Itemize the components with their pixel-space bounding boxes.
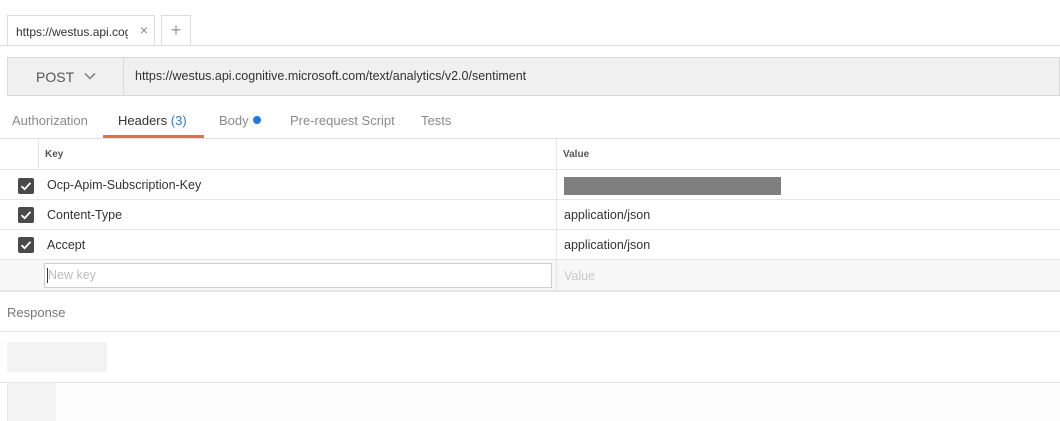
response-body-placeholder	[7, 383, 1060, 421]
row-enabled-checkbox[interactable]	[18, 207, 34, 223]
column-divider	[556, 170, 557, 199]
request-subtabs: Authorization Headers (3) Body Pre-reque…	[0, 104, 1060, 139]
chevron-down-icon	[84, 69, 96, 87]
url-input[interactable]: https://westus.api.cognitive.microsoft.c…	[135, 69, 526, 83]
response-section-header: Response	[0, 291, 1060, 332]
checkmark-icon	[20, 211, 32, 220]
close-icon[interactable]: ×	[140, 22, 148, 38]
body-modified-dot-icon	[252, 116, 261, 124]
header-value[interactable]: application/json	[564, 208, 650, 222]
tab-headers[interactable]: Headers (3)	[118, 113, 187, 128]
active-tab-underline	[103, 135, 204, 138]
new-key-input[interactable]: New key	[44, 263, 552, 288]
table-row: Content-Type application/json	[0, 200, 1060, 230]
request-url-bar: POST https://westus.api.cognitive.micros…	[7, 57, 1060, 96]
method-dropdown[interactable]: POST	[8, 58, 124, 95]
header-key[interactable]: Accept	[47, 238, 85, 252]
checkmark-icon	[20, 241, 32, 250]
headers-count-badge: (3)	[170, 113, 187, 128]
response-gutter-placeholder	[8, 383, 56, 421]
table-header-row: Key Value	[0, 139, 1060, 170]
response-label: Response	[7, 305, 66, 320]
column-divider	[556, 260, 557, 290]
request-tab[interactable]: https://westus.api.cognitive.microsoft.c…	[7, 15, 155, 46]
table-row: Ocp-Apim-Subscription-Key	[0, 170, 1060, 200]
new-tab-button[interactable]: +	[161, 15, 191, 46]
new-header-row: New key Value	[0, 260, 1060, 291]
new-value-input[interactable]: Value	[564, 269, 595, 283]
tab-body[interactable]: Body	[219, 113, 261, 128]
key-column-header: Key	[45, 149, 64, 160]
checkmark-icon	[20, 182, 32, 191]
row-enabled-checkbox[interactable]	[18, 237, 34, 253]
masked-value[interactable]	[564, 177, 781, 195]
column-divider	[556, 139, 557, 169]
tab-strip-divider	[0, 45, 1060, 46]
column-divider	[38, 139, 39, 169]
tab-strip: https://westus.api.cognitive.microsoft.c…	[0, 0, 1060, 46]
header-key[interactable]: Ocp-Apim-Subscription-Key	[47, 178, 201, 192]
tab-headers-label: Headers	[118, 113, 168, 128]
column-divider	[556, 200, 557, 229]
table-row: Accept application/json	[0, 230, 1060, 260]
header-key[interactable]: Content-Type	[47, 208, 122, 222]
row-enabled-checkbox[interactable]	[18, 178, 34, 194]
column-divider	[556, 230, 557, 259]
tab-authorization[interactable]: Authorization	[12, 113, 88, 128]
tab-prerequest-script[interactable]: Pre-request Script	[290, 113, 395, 128]
tab-body-label: Body	[219, 113, 249, 128]
method-label: POST	[36, 69, 75, 85]
value-column-header: Value	[563, 149, 590, 160]
header-value[interactable]: application/json	[564, 238, 650, 252]
request-tab-label: https://westus.api.cognitive.microsoft.c…	[16, 25, 128, 39]
response-placeholder	[7, 342, 107, 372]
tab-tests[interactable]: Tests	[421, 113, 451, 128]
